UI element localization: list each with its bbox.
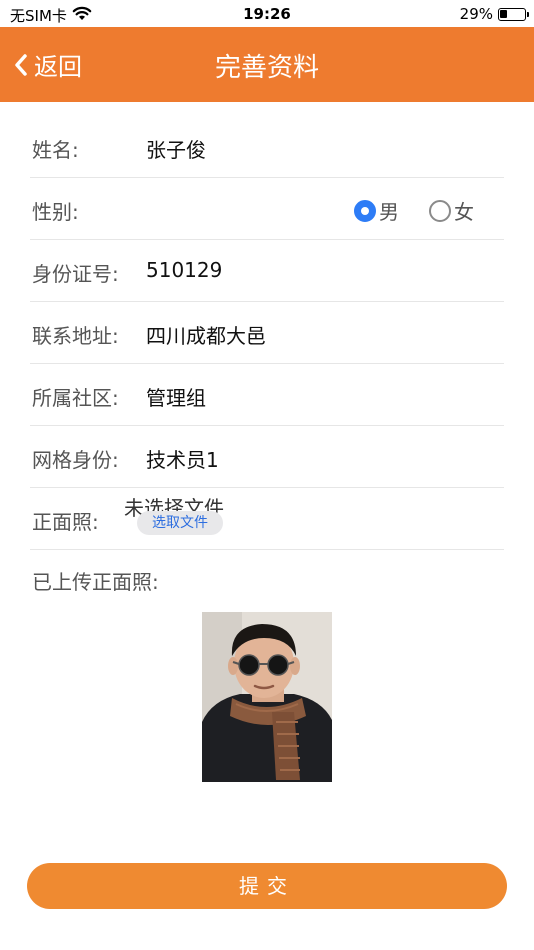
back-button[interactable]: 返回 <box>14 47 82 82</box>
back-label: 返回 <box>34 53 82 81</box>
gender-radio-male[interactable]: 男 <box>354 196 399 225</box>
status-time: 19:26 <box>243 5 291 23</box>
file-input[interactable]: 未选择文件 选取文件 <box>124 492 244 536</box>
battery-fill <box>500 9 507 18</box>
battery-percent: 29% <box>459 5 493 23</box>
status-right: 29% <box>459 5 529 23</box>
gender-radio-group: 男 女 <box>354 196 474 225</box>
gender-label: 性别: <box>32 200 79 224</box>
uploaded-photo <box>202 612 332 782</box>
community-label: 所属社区: <box>32 386 119 410</box>
battery-icon <box>498 7 529 21</box>
address-field[interactable]: 四川成都大邑 <box>146 320 266 349</box>
form-row-front-photo: 正面照: 未选择文件 选取文件 <box>30 488 504 550</box>
header-bar: 返回 完善资料 <box>0 27 534 102</box>
radio-circle-icon <box>354 199 376 222</box>
profile-form: 姓名: 张子俊 性别: 男 女 身份证号: 510129 联系地址: 四川成都大… <box>30 116 504 550</box>
grid-role-field[interactable]: 技术员1 <box>146 444 219 473</box>
gender-radio-female[interactable]: 女 <box>429 196 474 225</box>
radio-circle-icon <box>429 199 451 222</box>
status-bar: 无SIM卡 19:26 29% <box>0 0 534 27</box>
form-row-grid-role: 网格身份: 技术员1 <box>30 426 504 488</box>
form-row-name: 姓名: 张子俊 <box>30 116 504 178</box>
address-label: 联系地址: <box>32 324 119 348</box>
form-row-address: 联系地址: 四川成都大邑 <box>30 302 504 364</box>
name-field[interactable]: 张子俊 <box>146 134 206 163</box>
id-number-field[interactable]: 510129 <box>146 258 222 282</box>
grid-role-label: 网格身份: <box>32 448 119 472</box>
chevron-left-icon <box>14 53 28 77</box>
front-photo-label: 正面照: <box>32 510 99 534</box>
gender-option-label: 女 <box>454 200 474 224</box>
choose-file-button[interactable]: 选取文件 <box>137 511 223 535</box>
name-label: 姓名: <box>32 138 79 162</box>
form-row-community: 所属社区: 管理组 <box>30 364 504 426</box>
submit-button[interactable]: 提交 <box>27 863 507 909</box>
id-number-label: 身份证号: <box>32 262 119 286</box>
form-row-gender: 性别: 男 女 <box>30 178 504 240</box>
uploaded-photo-label: 已上传正面照: <box>32 570 159 594</box>
community-field[interactable]: 管理组 <box>146 382 206 411</box>
form-row-id-number: 身份证号: 510129 <box>30 240 504 302</box>
gender-option-label: 男 <box>379 200 399 224</box>
